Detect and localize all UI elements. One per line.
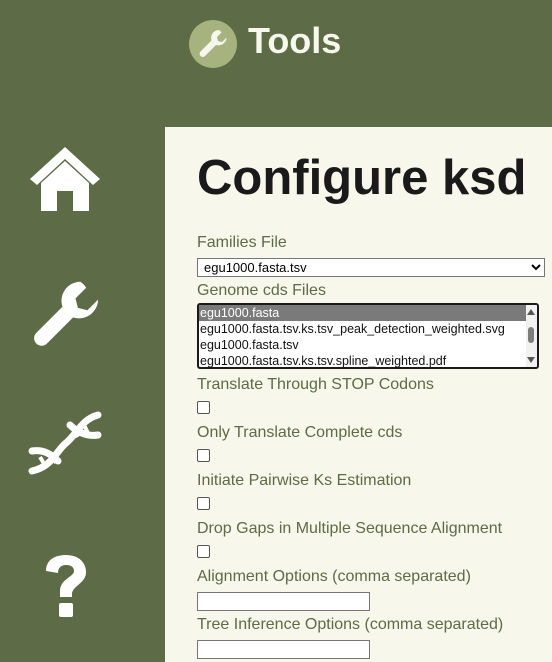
wrench-icon bbox=[34, 281, 99, 346]
sidebar-item-home[interactable] bbox=[28, 145, 102, 218]
wrench-icon bbox=[199, 30, 227, 57]
app-logo[interactable] bbox=[189, 20, 237, 68]
sidebar-item-genomics[interactable] bbox=[26, 411, 104, 482]
alignment-options-input[interactable] bbox=[197, 592, 370, 611]
sidebar-nav bbox=[0, 127, 165, 662]
tree-options-input[interactable] bbox=[197, 640, 370, 659]
page-title: Configure ksd bbox=[197, 151, 527, 205]
translate-stop-checkbox[interactable] bbox=[197, 401, 210, 414]
complete-cds-label: Only Translate Complete cds bbox=[197, 424, 403, 441]
list-item[interactable]: egu1000.fasta.tsv bbox=[199, 337, 526, 353]
sidebar-item-help[interactable] bbox=[42, 553, 90, 624]
families-file-label: Families File bbox=[197, 234, 287, 251]
main-content: Configure ksd Families File egu1000.fast… bbox=[165, 127, 552, 662]
list-item[interactable]: egu1000.fasta bbox=[199, 305, 526, 321]
complete-cds-checkbox[interactable] bbox=[197, 449, 210, 462]
genome-cds-files-listbox[interactable]: egu1000.fasta egu1000.fasta.tsv.ks.tsv_p… bbox=[197, 303, 539, 369]
pairwise-ks-label: Initiate Pairwise Ks Estimation bbox=[197, 472, 412, 489]
list-item[interactable]: egu1000.fasta.tsv.ks.tsv.spline_weighted… bbox=[199, 353, 526, 367]
sidebar-item-tools[interactable] bbox=[28, 277, 104, 358]
scroll-up-arrow-icon[interactable] bbox=[527, 309, 535, 315]
pairwise-ks-checkbox[interactable] bbox=[197, 497, 210, 510]
listbox-scrollbar[interactable] bbox=[526, 305, 537, 367]
tree-options-label: Tree Inference Options (comma separated) bbox=[197, 616, 504, 633]
scroll-down-arrow-icon[interactable] bbox=[527, 357, 535, 363]
drop-gaps-label: Drop Gaps in Multiple Sequence Alignment bbox=[197, 520, 503, 537]
drop-gaps-checkbox[interactable] bbox=[197, 545, 210, 558]
help-icon bbox=[46, 555, 86, 617]
home-icon bbox=[30, 147, 100, 211]
alignment-options-label: Alignment Options (comma separated) bbox=[197, 568, 471, 585]
translate-stop-label: Translate Through STOP Codons bbox=[197, 376, 434, 393]
list-item[interactable]: egu1000.fasta.tsv.ks.tsv_peak_detection_… bbox=[199, 321, 526, 337]
genome-cds-files-label: Genome cds Files bbox=[197, 282, 326, 299]
app-header: Tools bbox=[0, 0, 552, 127]
dna-icon bbox=[28, 411, 102, 475]
scroll-thumb[interactable] bbox=[528, 327, 534, 343]
app-title: Tools bbox=[248, 20, 342, 61]
families-file-select[interactable]: egu1000.fasta.tsv bbox=[197, 258, 545, 277]
